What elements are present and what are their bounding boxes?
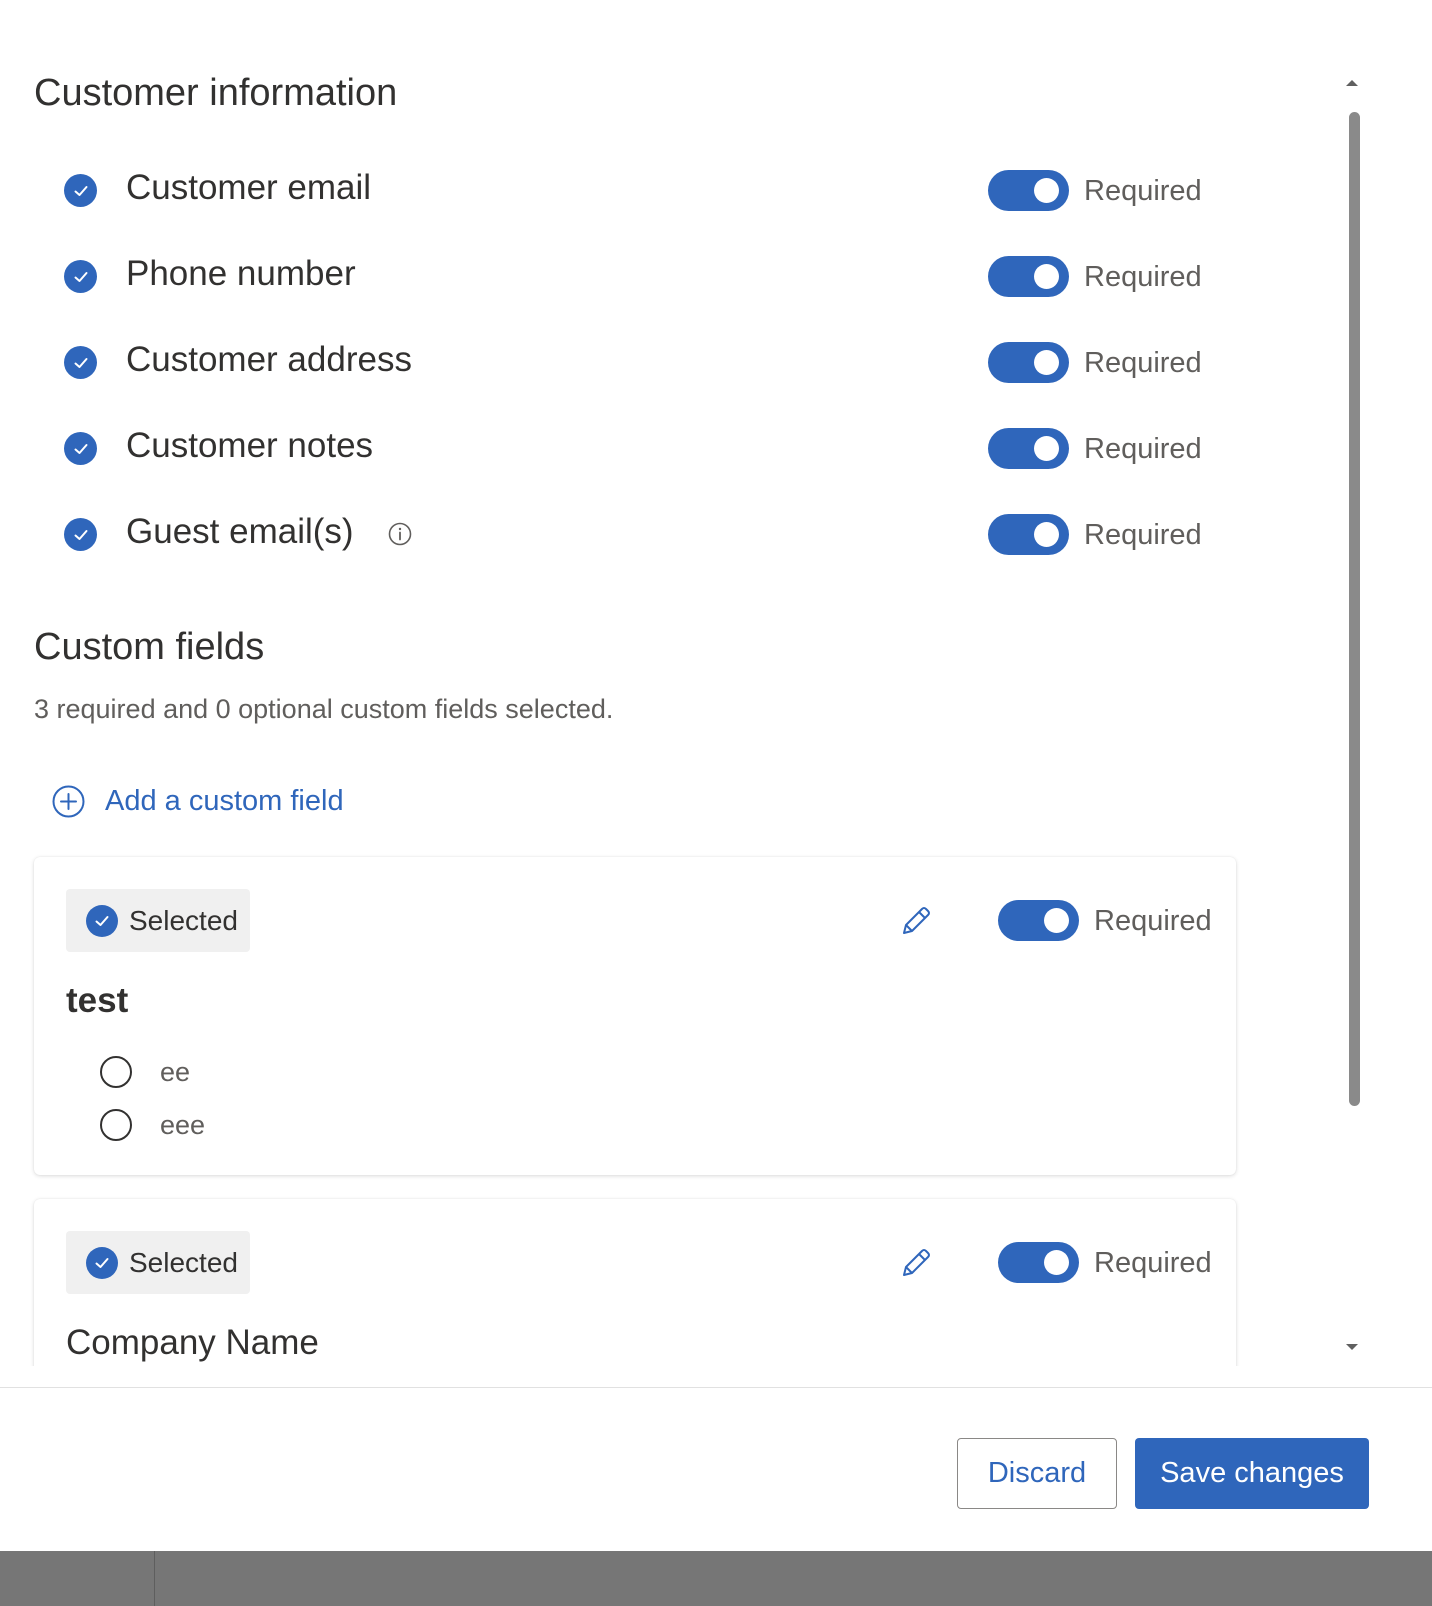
ci-label: Customer notes	[126, 426, 374, 465]
toggle-knob	[1034, 350, 1059, 375]
footer-divider	[0, 1387, 1432, 1388]
ci-row-customer-address: Customer address Required	[0, 332, 1250, 392]
customer-information-title: Customer information	[34, 72, 398, 114]
required-label: Required	[1084, 519, 1202, 551]
info-icon[interactable]	[388, 522, 412, 546]
checkmark-icon	[86, 1247, 118, 1279]
ci-label: Customer address	[126, 340, 412, 379]
background-divider	[154, 1551, 155, 1606]
ci-row-customer-notes: Customer notes Required	[0, 418, 1250, 478]
required-label: Required	[1084, 175, 1202, 207]
scroll-down-arrow-icon[interactable]	[1346, 1344, 1358, 1350]
toggle-knob	[1034, 178, 1059, 203]
required-label: Required	[1084, 433, 1202, 465]
add-custom-field-label: Add a custom field	[105, 784, 344, 817]
selected-badge[interactable]: Selected	[66, 889, 250, 952]
scroll-area: Customer information Customer email Requ…	[0, 0, 1432, 1366]
ci-label: Customer email	[126, 168, 372, 207]
field-name: Company Name	[66, 1323, 319, 1362]
checkmark-icon[interactable]	[64, 260, 97, 293]
custom-fields-summary: 3 required and 0 optional custom fields …	[34, 694, 614, 724]
toggle-knob	[1034, 522, 1059, 547]
required-toggle[interactable]	[988, 514, 1069, 555]
checkmark-icon[interactable]	[64, 346, 97, 379]
required-toggle[interactable]	[988, 256, 1069, 297]
required-toggle[interactable]	[998, 900, 1079, 941]
required-label: Required	[1084, 347, 1202, 379]
required-toggle[interactable]	[988, 342, 1069, 383]
radio-label: eee	[160, 1109, 206, 1140]
scrollbar[interactable]	[1338, 70, 1370, 1360]
radio-button[interactable]	[100, 1056, 132, 1088]
required-label: Required	[1094, 1247, 1212, 1279]
add-circle-icon	[52, 785, 85, 817]
custom-field-card: Selected Required test ee eee	[34, 857, 1236, 1175]
selected-badge[interactable]: Selected	[66, 1231, 250, 1294]
required-toggle[interactable]	[988, 428, 1069, 469]
edit-pencil-icon[interactable]	[898, 903, 934, 939]
selected-label: Selected	[129, 1247, 238, 1278]
toggle-knob	[1034, 436, 1059, 461]
toggle-knob	[1044, 1250, 1069, 1275]
ci-row-guest-emails: Guest email(s) Required	[0, 504, 1250, 564]
edit-pencil-icon[interactable]	[898, 1245, 934, 1281]
radio-option[interactable]: ee	[100, 1054, 190, 1090]
checkmark-icon[interactable]	[64, 518, 97, 551]
save-changes-button[interactable]: Save changes	[1135, 1438, 1369, 1509]
ci-row-phone-number: Phone number Required	[0, 246, 1250, 306]
background-overlay	[0, 1551, 1432, 1606]
field-name: test	[66, 981, 129, 1020]
toggle-knob	[1034, 264, 1059, 289]
checkmark-icon	[86, 905, 118, 937]
required-label: Required	[1084, 261, 1202, 293]
scrollbar-thumb[interactable]	[1349, 112, 1360, 1106]
toggle-knob	[1044, 908, 1069, 933]
custom-fields-title: Custom fields	[34, 626, 265, 668]
customer-settings-panel: Customer information Customer email Requ…	[0, 0, 1432, 1551]
ci-label: Phone number	[126, 254, 356, 293]
selected-label: Selected	[129, 905, 238, 936]
add-custom-field-button[interactable]: Add a custom field	[52, 782, 344, 820]
checkmark-icon[interactable]	[64, 432, 97, 465]
checkmark-icon[interactable]	[64, 174, 97, 207]
scroll-up-arrow-icon[interactable]	[1346, 80, 1358, 86]
radio-option[interactable]: eee	[100, 1107, 205, 1143]
custom-field-card: Selected Required Company Name	[34, 1199, 1236, 1366]
ci-label: Guest email(s)	[126, 512, 354, 551]
required-toggle[interactable]	[998, 1242, 1079, 1283]
required-label: Required	[1094, 905, 1212, 937]
required-toggle[interactable]	[988, 170, 1069, 211]
discard-button[interactable]: Discard	[957, 1438, 1117, 1509]
radio-label: ee	[160, 1056, 191, 1087]
radio-button[interactable]	[100, 1109, 132, 1141]
ci-row-customer-email: Customer email Required	[0, 160, 1250, 220]
